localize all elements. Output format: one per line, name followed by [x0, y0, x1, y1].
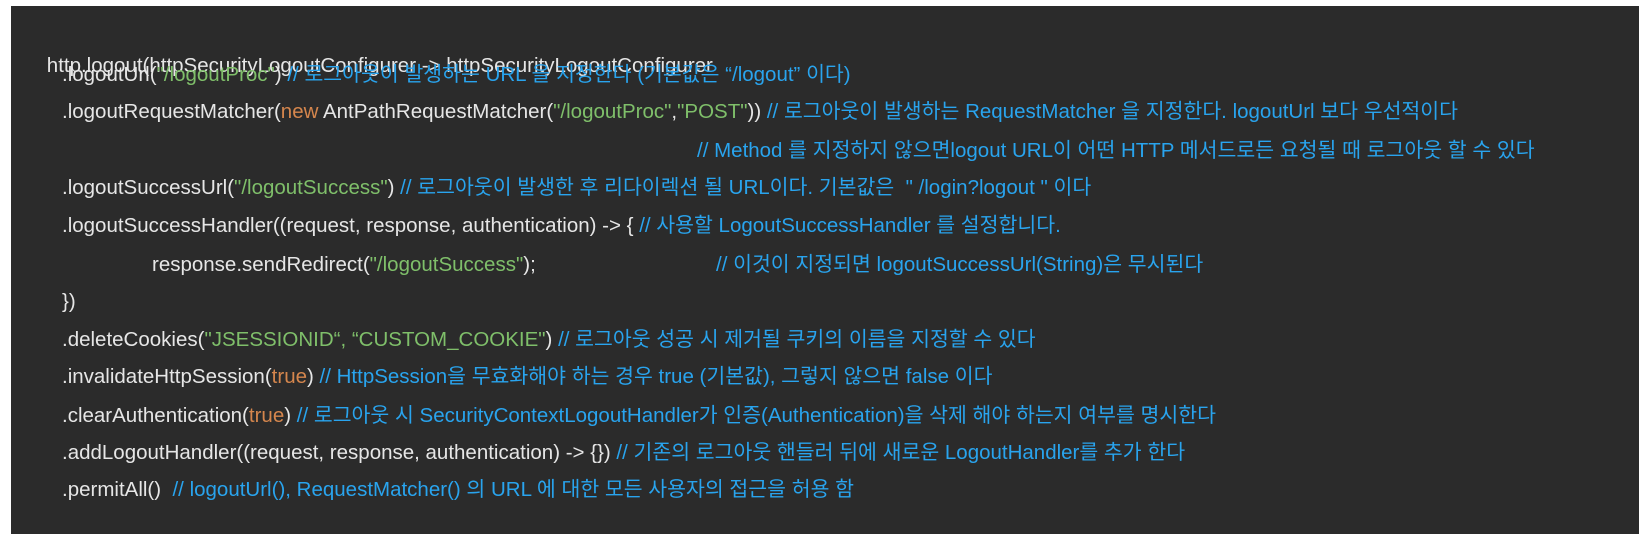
- code-token: ): [274, 63, 288, 86]
- code-line-4: // Method 를 지정하지 않으면logout URL이 어떤 HTTP …: [697, 137, 1535, 165]
- code-token: ): [307, 365, 320, 388]
- code-token: response.sendRedirect(: [152, 253, 370, 276]
- code-comment: // 로그아웃 시 SecurityContextLogoutHandler가 …: [296, 404, 1216, 427]
- code-token: .addLogoutHandler((request, response, au…: [62, 441, 617, 464]
- code-token: .logoutUrl(: [62, 63, 157, 86]
- code-line-7: response.sendRedirect("/logoutSuccess");: [152, 251, 536, 279]
- code-token: AntPathRequestMatcher(: [318, 100, 554, 123]
- code-token: .logoutRequestMatcher(: [62, 100, 281, 123]
- code-line-2: .logoutUrl("/logoutProc") // 로그아웃이 발생하는 …: [62, 61, 851, 89]
- string-literal: "/logoutProc": [156, 63, 275, 86]
- code-comment: // Method 를 지정하지 않으면logout URL이 어떤 HTTP …: [697, 139, 1535, 162]
- code-comment: // 로그아웃이 발생하는 RequestMatcher 을 지정한다. log…: [766, 100, 1459, 123]
- code-comment: // 로그아웃이 발생한 후 리다이렉션 될 URL이다. 기본값은 " /lo…: [400, 176, 1092, 199]
- code-token: ): [284, 404, 297, 427]
- code-token: .logoutSuccessHandler((request, response…: [62, 214, 640, 237]
- code-token: )): [747, 100, 767, 123]
- code-editor: http.logout(httpSecurityLogoutConfigurer…: [11, 6, 1639, 534]
- keyword-new: new: [280, 100, 319, 123]
- code-token: ): [387, 176, 401, 199]
- code-line-8: }): [62, 288, 76, 316]
- code-line-6: .logoutSuccessHandler((request, response…: [62, 212, 1061, 240]
- code-comment: // 기존의 로그아웃 핸들러 뒤에 새로운 LogoutHandler를 추가…: [616, 441, 1186, 464]
- code-line-11: .clearAuthentication(true) // 로그아웃 시 Sec…: [62, 402, 1216, 430]
- string-literal: "POST": [677, 100, 748, 123]
- string-literal: "/logoutSuccess": [234, 176, 388, 199]
- code-comment: // logoutUrl(), RequestMatcher() 의 URL 에…: [172, 478, 854, 501]
- code-token: ): [545, 328, 559, 351]
- code-line-7-comment: // 이것이 지정되면 logoutSuccessUrl(String)은 무시…: [716, 251, 1203, 279]
- code-line-9: .deleteCookies("JSESSIONID“, “CUSTOM_COO…: [62, 326, 1036, 354]
- code-token: );: [523, 253, 536, 276]
- keyword-true: true: [271, 365, 307, 388]
- code-token: .invalidateHttpSession(: [62, 365, 272, 388]
- code-line-5: .logoutSuccessUrl("/logoutSuccess") // 로…: [62, 174, 1091, 202]
- keyword-true: true: [248, 404, 285, 427]
- code-comment: // 로그아웃 성공 시 제거될 쿠키의 이름을 지정할 수 있다: [558, 328, 1036, 351]
- code-comment: // HttpSession을 무효화해야 하는 경우 true (기본값), …: [319, 365, 993, 388]
- code-line-3: .logoutRequestMatcher(new AntPathRequest…: [62, 98, 1458, 126]
- string-literal: "/logoutSuccess": [369, 253, 524, 276]
- code-comment: // 이것이 지정되면 logoutSuccessUrl(String)은 무시…: [716, 253, 1204, 276]
- code-token: .deleteCookies(: [62, 328, 205, 351]
- code-token: }): [62, 290, 76, 313]
- code-token: .clearAuthentication(: [62, 404, 249, 427]
- code-line-1: http.logout(httpSecurityLogoutConfigurer…: [24, 24, 713, 77]
- code-comment: // 사용할 LogoutSuccessHandler 를 설정합니다.: [639, 214, 1061, 237]
- code-line-10: .invalidateHttpSession(true) // HttpSess…: [62, 363, 992, 391]
- code-comment: // 로그아웃이 발생하는 URL 을 지정한다 (기본값은 “/logout”…: [287, 63, 851, 86]
- string-literal: "/logoutProc": [553, 100, 672, 123]
- string-literal: "JSESSIONID“, “CUSTOM_COOKIE": [204, 328, 546, 351]
- code-line-13: .permitAll() // logoutUrl(), RequestMatc…: [62, 476, 854, 504]
- code-token: .logoutSuccessUrl(: [62, 176, 235, 199]
- code-token: .permitAll(): [62, 478, 173, 501]
- code-line-12: .addLogoutHandler((request, response, au…: [62, 439, 1185, 467]
